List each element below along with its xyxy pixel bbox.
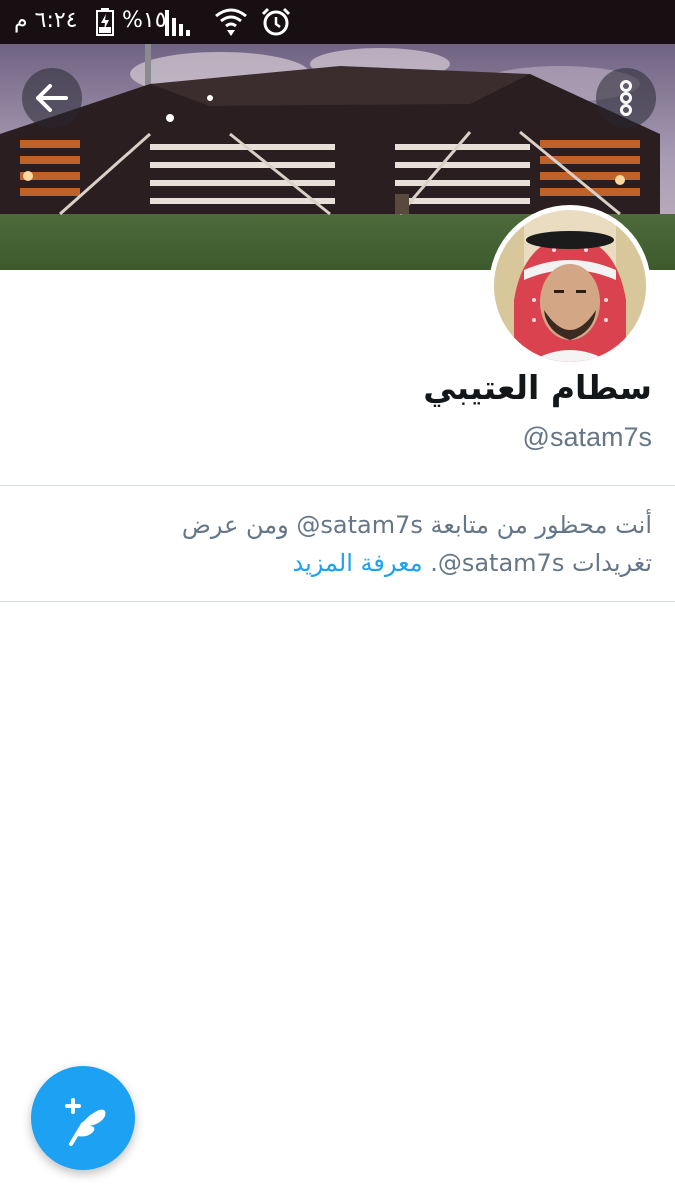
profile-photo [494, 210, 646, 362]
wifi-icon [215, 8, 247, 36]
blocked-notice: أنت محظور من متابعة satam7s@ ومن عرض تغر… [112, 506, 652, 582]
battery-icon [96, 8, 114, 36]
status-bar: ٦:٢٤ م %١٥ [0, 0, 675, 44]
user-handle: @satam7s [522, 422, 652, 452]
display-name: سطام العتيبي [423, 368, 652, 407]
more-vertical-icon [620, 80, 632, 116]
learn-more-link[interactable]: معرفة المزيد [293, 549, 423, 577]
avatar[interactable] [489, 205, 651, 367]
divider [0, 485, 675, 486]
divider [0, 601, 675, 602]
back-button[interactable] [22, 68, 82, 128]
status-time: ٦:٢٤ م [14, 8, 78, 33]
signal-icon [165, 10, 190, 36]
compose-tweet-button[interactable] [31, 1066, 135, 1170]
more-options-button[interactable] [596, 68, 656, 128]
arrow-left-icon [36, 84, 68, 112]
alarm-icon [261, 7, 291, 36]
battery-percent: %١٥ [122, 8, 167, 33]
compose-tweet-icon [65, 1098, 106, 1146]
